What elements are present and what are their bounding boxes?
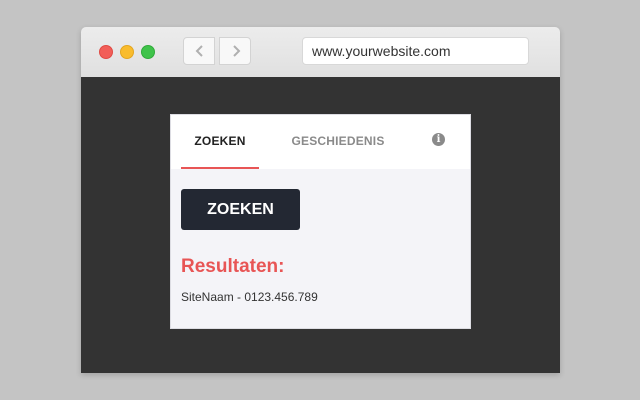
tab-geschiedenis[interactable]: GESCHIEDENIS xyxy=(285,115,391,169)
forward-button[interactable] xyxy=(219,37,251,65)
browser-toolbar: www.yourwebsite.com xyxy=(81,27,560,78)
info-icon[interactable]: i xyxy=(432,133,445,146)
chevron-left-icon xyxy=(195,45,203,57)
tab-bar: ZOEKEN GESCHIEDENIS i xyxy=(171,115,470,169)
back-button[interactable] xyxy=(183,37,215,65)
close-window-button[interactable] xyxy=(99,45,113,59)
maximize-window-button[interactable] xyxy=(141,45,155,59)
chevron-right-icon xyxy=(233,45,241,57)
browser-window: www.yourwebsite.com ZOEKEN GESCHIEDENIS … xyxy=(81,27,560,373)
address-bar[interactable]: www.yourwebsite.com xyxy=(302,37,529,65)
page-content: ZOEKEN GESCHIEDENIS i ZOEKEN Resultaten:… xyxy=(81,77,560,373)
result-item: SiteNaam - 0123.456.789 xyxy=(181,290,318,304)
search-widget: ZOEKEN GESCHIEDENIS i ZOEKEN Resultaten:… xyxy=(170,114,471,329)
results-heading: Resultaten: xyxy=(181,256,285,277)
minimize-window-button[interactable] xyxy=(120,45,134,59)
search-button[interactable]: ZOEKEN xyxy=(181,189,300,230)
tab-zoeken[interactable]: ZOEKEN xyxy=(181,115,259,169)
